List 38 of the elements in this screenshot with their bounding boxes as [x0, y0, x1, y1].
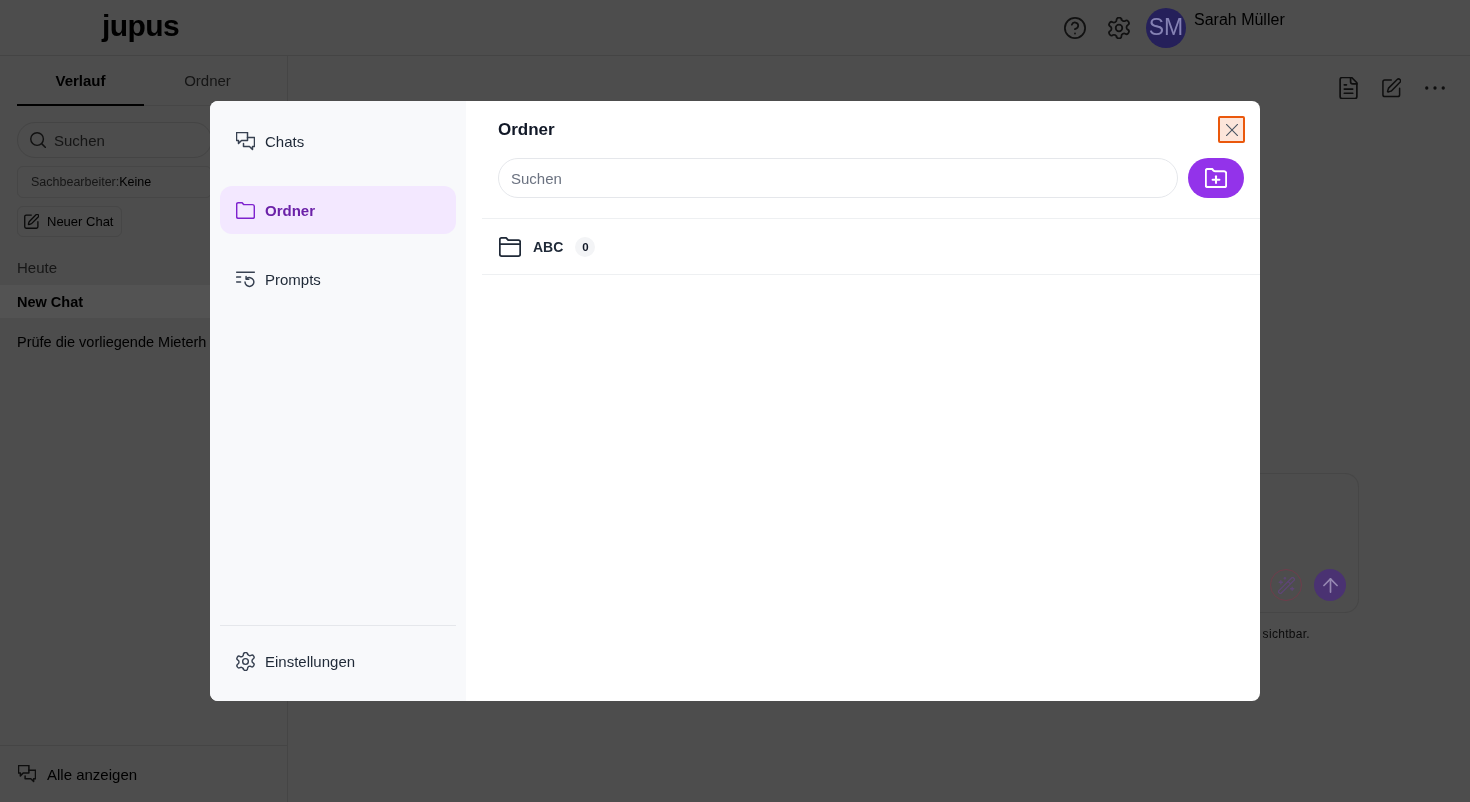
dialog-title: Ordner: [498, 119, 555, 140]
dialog-nav-item[interactable]: Chats: [220, 117, 456, 165]
chat-item[interactable]: Prüfe die vorliegende Mieterh: [0, 325, 210, 358]
speech-bubbles-icon: [236, 131, 255, 151]
pencil-square-icon[interactable]: [1382, 77, 1401, 99]
list-refresh-icon: [236, 269, 255, 289]
folder-plus-icon: [1205, 168, 1227, 188]
settings-icon: [236, 651, 255, 671]
new-folder-button[interactable]: [1188, 158, 1244, 198]
document-icon[interactable]: [1339, 77, 1358, 99]
sidebar-tab[interactable]: Verlauf: [17, 56, 144, 106]
folder-row[interactable]: ABC 0: [482, 219, 1260, 275]
search-icon: [30, 132, 46, 148]
chat-item[interactable]: New Chat: [0, 285, 210, 318]
user-name: Sarah Müller: [1194, 11, 1285, 28]
send-button[interactable]: [1314, 569, 1346, 601]
dialog-nav-item[interactable]: Ordner: [220, 186, 456, 234]
close-icon: [1225, 123, 1238, 136]
help-icon[interactable]: [1064, 16, 1086, 39]
folder-icon: [499, 236, 521, 257]
count-badge: 0: [575, 236, 596, 257]
new-chat-button[interactable]: Neuer Chat: [17, 206, 123, 237]
pencil-square-icon: [24, 214, 39, 229]
folder-name: ABC: [533, 238, 564, 255]
magic-wand-icon: [1277, 576, 1295, 594]
settings-icon[interactable]: [1108, 16, 1130, 39]
user-avatar[interactable]: SM: [1146, 7, 1186, 48]
dialog-nav-item[interactable]: Prompts: [220, 255, 456, 303]
logo: jupus: [102, 10, 179, 41]
settings-nav-item[interactable]: Einstellungen: [220, 637, 456, 685]
show-all-link[interactable]: Alle anzeigen: [18, 765, 138, 783]
folder-icon: [236, 200, 255, 220]
close-button[interactable]: [1218, 116, 1245, 143]
speech-bubbles-icon: [18, 765, 36, 783]
sidebar-tab[interactable]: Ordner: [144, 56, 271, 106]
more-icon[interactable]: [1425, 86, 1445, 90]
composer-note: sichtbar.: [1262, 627, 1310, 641]
search-field[interactable]: Suchen: [17, 122, 212, 158]
